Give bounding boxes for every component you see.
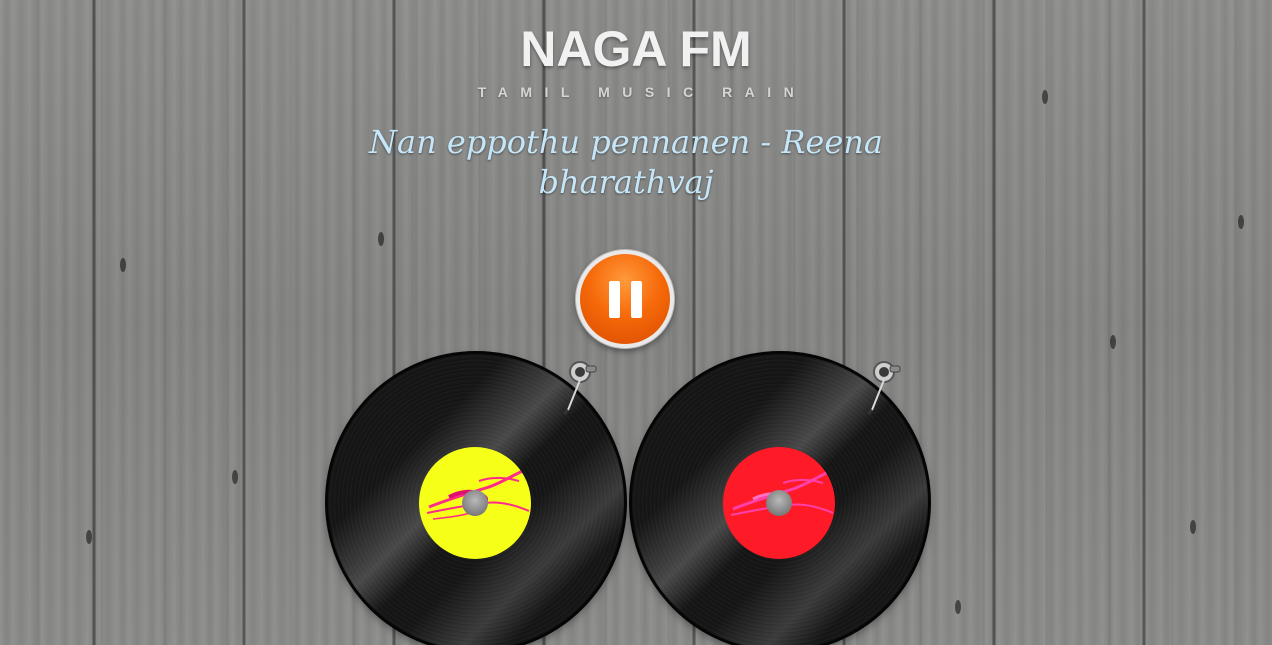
wood-knot [1110,335,1116,349]
wood-knot [378,232,384,246]
site-tagline: TAMIL MUSIC RAIN [477,84,807,100]
wood-knot [1238,215,1244,229]
turntable-right [632,354,928,645]
tonearm-icon [562,361,597,416]
pause-icon [608,280,620,318]
site-title: NAGA FM [520,21,752,77]
pause-icon [630,280,642,318]
wood-knot [1190,520,1196,534]
wood-knot [955,600,961,614]
record-spindle [766,490,792,516]
site-header: NAGA FM TAMIL MUSIC RAIN [0,18,1272,100]
wood-knot [120,258,126,272]
turntable-left [328,354,624,645]
record-spindle [462,490,488,516]
tonearm-icon [866,361,901,416]
wood-knot [232,470,238,484]
now-playing-title: Nan eppothu pennanen - Reena bharathvaj [369,123,883,201]
wood-knot [86,530,92,544]
pause-button[interactable] [580,254,670,344]
